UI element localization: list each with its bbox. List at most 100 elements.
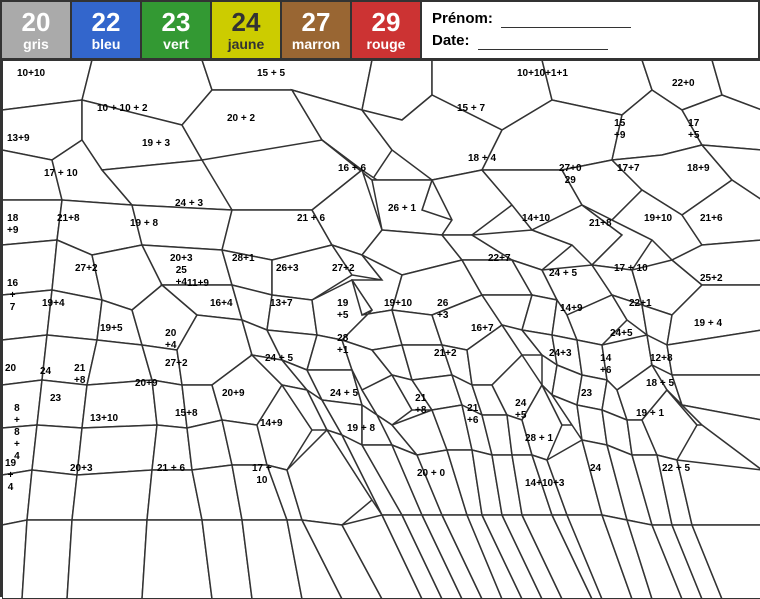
cell-text: 19 + 3 <box>142 138 170 150</box>
cell-text: 19 + 4 <box>694 318 722 330</box>
num-gris: 20 <box>22 8 51 37</box>
num-rouge: 29 <box>372 8 401 37</box>
cell-text: 20+4 <box>165 328 176 352</box>
cell-text: 21+6 <box>700 213 723 225</box>
color-box-rouge: 29 rouge <box>352 2 422 58</box>
label-marron: marron <box>292 37 340 52</box>
cell-text: 19+4 <box>5 458 16 494</box>
num-bleu: 22 <box>92 8 121 37</box>
header-info: Prénom: Date: <box>422 2 758 58</box>
color-box-vert: 23 vert <box>142 2 212 58</box>
cell-text: 19 + 8 <box>130 218 158 230</box>
cell-text: 14+9 <box>560 303 583 315</box>
cell-text: 20+9 <box>135 378 158 390</box>
cell-text: 21+8 <box>74 363 85 387</box>
date-line: Date: <box>432 32 748 50</box>
cell-text: 24 + 5 <box>330 388 358 400</box>
puzzle-area: 10+10 10 + 10 + 2 15 + 5 10+10+1+1 22+0 … <box>2 60 760 599</box>
label-jaune: jaune <box>228 37 265 52</box>
cell-text: 11+9 <box>187 278 209 290</box>
cell-text: 21+6 <box>467 403 478 427</box>
cell-text: 24+3 <box>549 348 572 360</box>
cell-text: 22+1 <box>629 298 652 310</box>
cell-text: 23 <box>581 388 592 400</box>
cell-text: 20 + 0 <box>417 468 445 480</box>
cell-text: 21+2 <box>434 348 457 360</box>
cell-text: 10+10 <box>17 68 45 80</box>
cell-text: 27+2 <box>165 358 188 370</box>
label-bleu: bleu <box>92 37 121 52</box>
cell-text: 17+5 <box>688 118 699 142</box>
cell-text: 27+2 <box>332 263 355 275</box>
cell-text: 28 + 1 <box>525 433 553 445</box>
cell-text: 12+8 <box>650 353 673 365</box>
date-field <box>478 32 608 50</box>
cell-text: 21 + 6 <box>297 213 325 225</box>
cell-text: 26+3 <box>437 298 448 322</box>
cell-text: 28+1 <box>232 253 255 265</box>
cell-text: 19+10 <box>644 213 672 225</box>
prenom-field <box>501 10 631 28</box>
cell-text: 19+5 <box>337 298 348 322</box>
cell-text: 10+10+1+1 <box>517 68 568 80</box>
cell-text: 22 + 5 <box>662 463 690 475</box>
cell-text: 18+9 <box>687 163 710 175</box>
label-vert: vert <box>163 37 189 52</box>
cell-text: 22+7 <box>488 253 511 265</box>
cell-text: 24+5 <box>515 398 526 422</box>
cell-text: 14+10+3 <box>525 478 565 490</box>
cell-text: 21+8 <box>589 218 612 230</box>
cell-text: 24 + 3 <box>175 198 203 210</box>
header-row: 20 gris 22 bleu 23 vert 24 jaune 27 marr… <box>2 2 758 60</box>
cell-text: 24 <box>40 366 51 378</box>
color-box-marron: 27 marron <box>282 2 352 58</box>
cell-text: 8+8+4 <box>14 403 20 463</box>
cell-text: 21+8 <box>57 213 80 225</box>
cell-text: 19 + 1 <box>636 408 664 420</box>
cell-text: 23 <box>50 393 61 405</box>
color-box-bleu: 22 bleu <box>72 2 142 58</box>
cell-text: 24+5 <box>610 328 633 340</box>
cell-text: 16+7 <box>471 323 494 335</box>
cell-text: 19+4 <box>42 298 65 310</box>
color-box-jaune: 24 jaune <box>212 2 282 58</box>
date-label: Date: <box>432 32 474 49</box>
cell-text: 20+9 <box>222 388 245 400</box>
cell-text: 24 + 5 <box>265 353 293 365</box>
num-marron: 27 <box>302 8 331 37</box>
cell-text: 27+2 <box>75 263 98 275</box>
cell-text: 14+6 <box>600 353 611 377</box>
cell-text: 15 + 7 <box>457 103 485 115</box>
label-rouge: rouge <box>367 37 406 52</box>
num-vert: 23 <box>162 8 191 37</box>
prenom-label: Prénom: <box>432 10 497 27</box>
cell-text: 16 + 6 <box>338 163 366 175</box>
cell-text: 28+1 <box>337 333 348 357</box>
cell-text: 21+8 <box>415 393 426 417</box>
num-jaune: 24 <box>232 8 261 37</box>
cell-text: 24 + 5 <box>549 268 577 280</box>
cell-text: 22+0 <box>672 78 695 90</box>
cell-text: 13+9 <box>7 133 30 145</box>
cell-text: 18 + 5 <box>646 378 674 390</box>
cell-text: 17 + 10 <box>614 263 648 275</box>
cell-text: 18+9 <box>7 213 18 237</box>
cell-text: 13+7 <box>270 298 293 310</box>
cell-text: 19+5 <box>100 323 123 335</box>
cell-text: 26 + 1 <box>388 203 416 215</box>
cell-text: 25+2 <box>700 273 723 285</box>
cell-text: 20 + 2 <box>227 113 255 125</box>
cell-text: 10 + 10 + 2 <box>97 103 148 115</box>
cell-text: 17 + 10 <box>44 168 78 180</box>
cell-text: 19 + 8 <box>347 423 375 435</box>
cell-text: 16+4 <box>210 298 233 310</box>
prenom-line: Prénom: <box>432 10 748 28</box>
cell-text: 17+7 <box>617 163 640 175</box>
cell-text: 17 +10 <box>252 463 272 487</box>
cell-text: 13+10 <box>90 413 118 425</box>
cell-text: 26+3 <box>276 263 299 275</box>
cell-text: 24 <box>590 463 601 475</box>
cell-text: 20+3 <box>70 463 93 475</box>
cell-text: 18 + 4 <box>468 153 496 165</box>
cell-text: 20 <box>5 363 16 375</box>
